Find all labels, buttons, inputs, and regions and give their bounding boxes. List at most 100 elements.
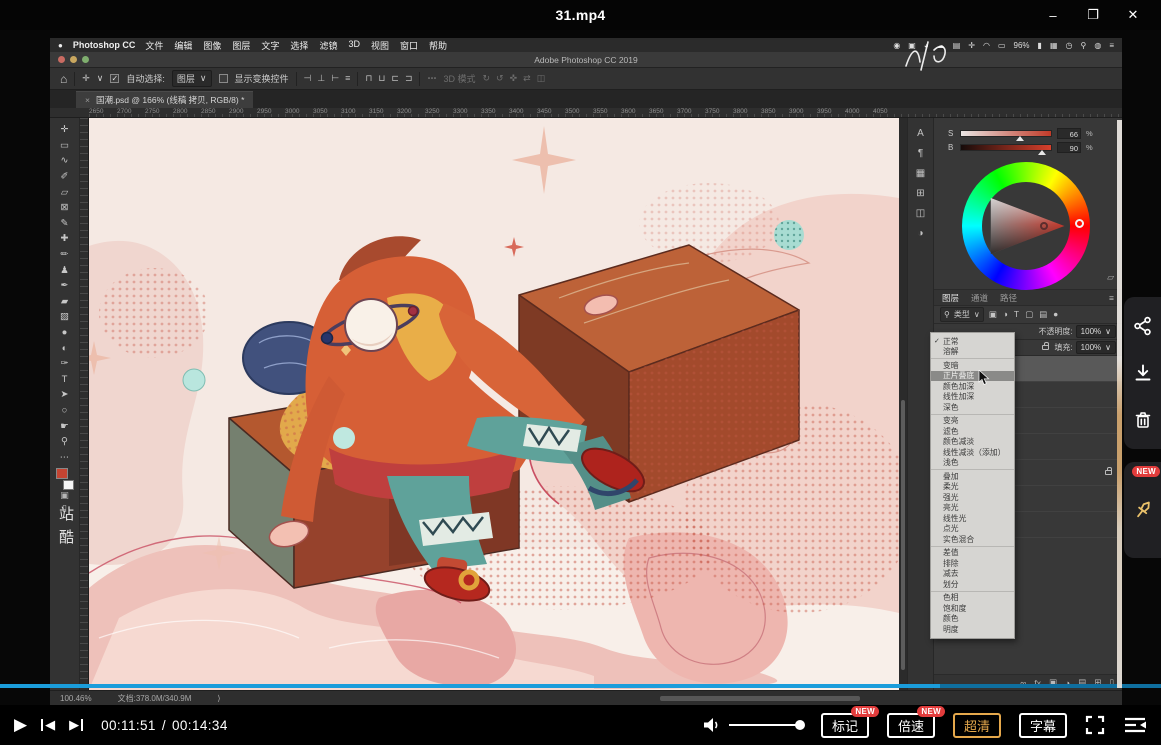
volume-knob[interactable] (795, 720, 805, 730)
mark-new-badge: NEW (851, 706, 879, 717)
ruler-tick: 3000 (285, 108, 313, 117)
filter-pixel-icon: ▣ (989, 309, 997, 320)
show-transform-label: 显示变换控件 (235, 72, 289, 85)
marquee-tool-icon: ▭ (50, 138, 79, 154)
maximize-button[interactable]: ❐ (1073, 0, 1113, 30)
ruler-tick: 3450 (537, 108, 565, 117)
ruler-tick: 3750 (705, 108, 733, 117)
fullscreen-button[interactable] (1085, 715, 1105, 735)
hand-tool-icon: ☛ (50, 418, 79, 434)
brightness-label: B (948, 143, 955, 152)
ruler-tick: 3500 (565, 108, 593, 117)
play-button[interactable]: ▶ (14, 715, 27, 735)
window-title: 31.mp4 (555, 7, 605, 23)
vertical-ruler (80, 118, 89, 690)
pin-button[interactable] (1131, 498, 1155, 522)
previous-button[interactable]: ◀ (41, 717, 55, 733)
current-time: 00:11:51 (101, 718, 156, 733)
lock-icon (1042, 345, 1049, 350)
next-button[interactable]: ▶ (69, 717, 83, 733)
progress-bar[interactable] (0, 684, 1161, 688)
dodge-tool-icon: ◐ (50, 340, 79, 356)
download-button[interactable] (1131, 361, 1155, 385)
canvas-area (89, 118, 899, 690)
ruler-tick: 3250 (425, 108, 453, 117)
apple-logo-icon: ● (58, 41, 63, 50)
photoshop-window-title: Adobe Photoshop CC 2019 (50, 55, 1122, 65)
align-left-icon: ⊣ (304, 73, 312, 84)
zoom-level: 100.46% (60, 694, 92, 703)
menubar-item: 选择 (290, 39, 308, 52)
playlist-button[interactable] (1123, 716, 1147, 734)
align-center-icon: ⊥ (317, 73, 325, 84)
video-surface[interactable]: ● Photoshop CC 文件编辑图像图层文字选择滤镜3D视图窗口帮助 ◉▣… (50, 38, 1122, 705)
canvas-horizontal-scrollbar (660, 696, 860, 701)
blend-mode-item: 线性光 (931, 513, 1014, 524)
window-titlebar: 31.mp4 – ❐ ✕ (0, 0, 1161, 30)
roll-3d-icon: ↺ (496, 73, 504, 84)
auto-select-checkbox: ✓ (110, 74, 119, 83)
menubar-item: 滤镜 (319, 39, 337, 52)
volume-slider[interactable] (729, 724, 803, 726)
speed-button[interactable]: 倍速 NEW (887, 713, 935, 738)
volume-control[interactable] (703, 717, 803, 733)
distribute-center-icon: ⊐ (405, 73, 413, 84)
pin-action: NEW (1124, 462, 1161, 558)
side-actions (1124, 297, 1161, 449)
ruler-tick: 2950 (257, 108, 285, 117)
airplay-icon: ▭ (998, 41, 1006, 50)
search-icon: ⚲ (1080, 41, 1086, 50)
blend-mode-item: 强光 (931, 492, 1014, 503)
filter-type-icon: T (1014, 309, 1019, 320)
duration: 00:14:34 (172, 718, 228, 733)
blend-mode-item: 柔光 (931, 482, 1014, 493)
menu-icon: ≡ (1109, 41, 1114, 50)
blend-mode-item: 明度 (931, 624, 1014, 635)
saturation-label: S (948, 129, 955, 138)
ruler-tick: 2650 (89, 108, 117, 117)
share-button[interactable] (1131, 314, 1155, 338)
quality-button[interactable]: 超清 (953, 713, 1001, 738)
color-swatches (55, 468, 75, 490)
minimize-button[interactable]: – (1033, 0, 1073, 30)
blend-mode-item: 色相 (931, 593, 1014, 604)
blend-mode-item: 溶解 (931, 347, 1014, 358)
mouse-cursor (978, 370, 990, 386)
time-separator: / (162, 718, 166, 733)
color-panel: S 66 % B 90 % (934, 118, 1122, 290)
document-tab: × 国潮.psd @ 166% (线稿 拷贝, RGB/8) * (76, 91, 253, 108)
clock-icon: ◷ (1066, 41, 1073, 50)
paragraph-panel-icon: ¶ (918, 148, 923, 159)
scale-3d-icon: ◫ (537, 73, 546, 84)
adjustments-panel-icon: ◑ (917, 228, 923, 239)
path-select-tool-icon: ➤ (50, 387, 79, 403)
menubar-item: 图层 (232, 39, 250, 52)
close-button[interactable]: ✕ (1113, 0, 1153, 30)
menubar-item: 编辑 (174, 39, 192, 52)
ruler-tick: 2750 (145, 108, 173, 117)
more-options-icon: ⋯ (427, 73, 436, 84)
ruler-tick: 4050 (873, 108, 901, 117)
layer-lock-icon (1105, 470, 1112, 475)
blend-mode-item: 减去 (931, 569, 1014, 580)
type-tool-icon: T (50, 372, 79, 388)
macos-menubar: ● Photoshop CC 文件编辑图像图层文字选择滤镜3D视图窗口帮助 ◉▣… (50, 38, 1122, 52)
filter-smart-object-icon: ▤ (1039, 309, 1047, 320)
background-color-swatch (63, 480, 74, 490)
fullscreen-icon (1085, 715, 1105, 735)
ruler-tick: 3300 (453, 108, 481, 117)
mark-button[interactable]: 标记 NEW (821, 713, 869, 738)
menubar-item: 文件 (145, 39, 163, 52)
blend-mode-menu: ✓正常溶解 变暗正片叠底颜色加深线性加深深色 变亮滤色颜色减淡线性减淡（添加）浅… (930, 332, 1015, 639)
canvas-artwork (89, 118, 899, 690)
delete-button[interactable] (1131, 408, 1155, 432)
subtitle-button[interactable]: 字幕 (1019, 713, 1067, 738)
eraser-tool-icon: ▰ (50, 294, 79, 310)
saturation-value: 66 (1057, 128, 1081, 139)
menubar-item: 图像 (203, 39, 221, 52)
blend-mode-item: 滤色 (931, 426, 1014, 437)
layers-panel-tabs: 图层 通道 路径 ≡ (934, 290, 1122, 306)
saturation-marker (1040, 222, 1048, 230)
status-arrow-icon: ⟩ (217, 694, 220, 703)
document-tab-label: 国潮.psd @ 166% (线稿 拷贝, RGB/8) * (96, 94, 244, 106)
